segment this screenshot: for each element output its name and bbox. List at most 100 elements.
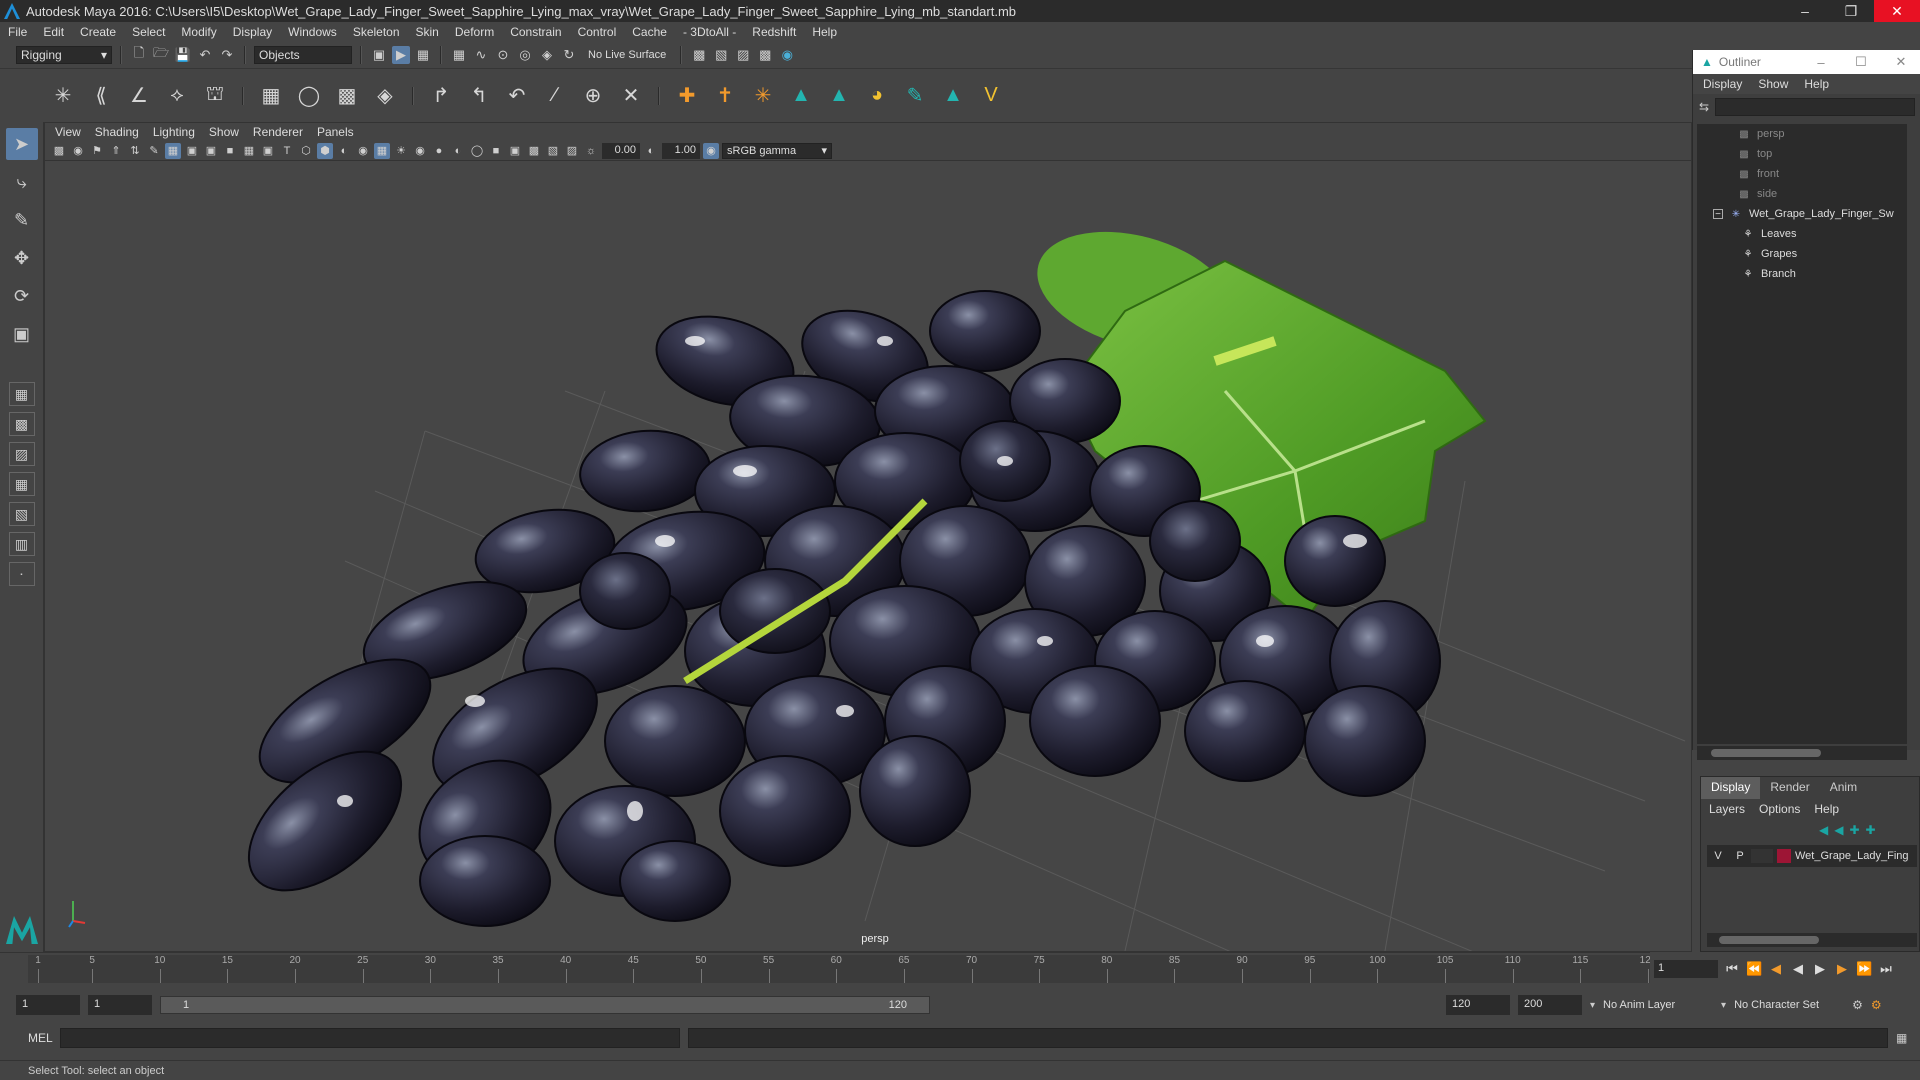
paint-weights-icon[interactable]: ↰ <box>464 81 494 111</box>
tab-render[interactable]: Render <box>1760 777 1819 799</box>
outliner-close-button[interactable]: ✕ <box>1881 50 1920 74</box>
undo-icon[interactable]: ↶ <box>196 46 214 64</box>
use-all-lights-icon[interactable]: ▦ <box>374 142 390 159</box>
gamma-icon[interactable]: ◐ <box>643 143 659 159</box>
tab-display[interactable]: Display <box>1701 777 1761 799</box>
go-to-end-icon[interactable]: ⏭ <box>1878 961 1894 977</box>
gamma-field[interactable]: 1.00 <box>662 142 700 159</box>
menu-skin[interactable]: Skin <box>416 25 439 39</box>
film-gate-icon[interactable]: ▣ <box>184 143 200 159</box>
script-editor-icon[interactable]: ▦ <box>1896 1031 1907 1045</box>
cluster-icon[interactable]: ▦ <box>256 81 286 111</box>
render-settings-icon[interactable]: ▩ <box>756 46 774 64</box>
v-tool-icon[interactable]: V <box>976 81 1006 111</box>
aim-constraint-icon[interactable]: ✳ <box>748 81 778 111</box>
paint-select-icon[interactable]: ✎ <box>6 204 38 236</box>
character-set-dropdown[interactable]: No Character Set <box>1734 999 1844 1011</box>
move-layer-down-icon[interactable]: ◀ <box>1834 823 1843 837</box>
smooth-shade-icon[interactable]: ⬢ <box>317 142 333 159</box>
grease-pencil-icon[interactable]: ✎ <box>146 143 162 159</box>
depth-of-field-icon[interactable]: ◯ <box>469 143 485 159</box>
layer-horizontal-scrollbar[interactable] <box>1707 933 1917 947</box>
joint-tool-icon[interactable]: ✳ <box>48 81 78 111</box>
scale-tool-icon[interactable]: ▣ <box>6 318 38 350</box>
ipr-render-icon[interactable]: ▨ <box>734 46 752 64</box>
outliner-horizontal-scrollbar[interactable] <box>1697 746 1907 760</box>
outliner-item-top[interactable]: ▩ top <box>1697 144 1907 164</box>
color-management-icon[interactable]: ◉ <box>703 142 719 159</box>
snap-curve-icon[interactable]: ∿ <box>472 46 490 64</box>
layer-visibility-toggle[interactable]: V <box>1707 850 1729 862</box>
backface-icon[interactable]: ▨ <box>564 143 580 159</box>
redo-icon[interactable]: ↷ <box>218 46 236 64</box>
camera-lock-icon[interactable]: ◉ <box>70 143 86 159</box>
motion-blur-icon[interactable]: ● <box>431 143 447 159</box>
image-plane-icon[interactable]: ⇑ <box>108 143 124 159</box>
menu-3dtoall[interactable]: - 3DtoAll - <box>683 25 736 39</box>
rotate-tool-icon[interactable]: ⟳ <box>6 280 38 312</box>
select-component-icon[interactable]: ▦ <box>414 46 432 64</box>
save-scene-icon[interactable]: 💾 <box>174 46 192 64</box>
auto-key-icon[interactable]: ⚙ <box>1852 998 1863 1012</box>
menu-redshift[interactable]: Redshift <box>752 25 796 39</box>
single-perspective-layout-icon[interactable]: ▦ <box>8 382 35 406</box>
custom-layout-icon[interactable]: ⋅ <box>8 562 35 586</box>
outliner-item-grapes[interactable]: ⚘ Grapes <box>1697 244 1907 264</box>
two-d-pan-icon[interactable]: ⇅ <box>127 143 143 159</box>
quick-rig-icon[interactable]: ✎ <box>900 81 930 111</box>
chevron-down-icon[interactable]: ▾ <box>1590 1000 1595 1011</box>
lasso-tool-icon[interactable]: ⤷ <box>6 166 38 198</box>
layer-menu-layers[interactable]: Layers <box>1709 802 1745 816</box>
bind-skin-icon[interactable]: ↱ <box>426 81 456 111</box>
step-back-key-icon[interactable]: ⏪ <box>1746 961 1762 977</box>
outliner-item-front[interactable]: ▩ front <box>1697 164 1907 184</box>
outliner-maximize-button[interactable]: ☐ <box>1841 50 1881 74</box>
snap-grid-icon[interactable]: ▦ <box>450 46 468 64</box>
select-mode-dropdown[interactable]: Objects <box>254 46 352 64</box>
xray-joints-icon[interactable]: ▩ <box>526 143 542 159</box>
outliner-item-side[interactable]: ▩ side <box>1697 184 1907 204</box>
snap-live-icon[interactable]: ↻ <box>560 46 578 64</box>
outliner-item-branch[interactable]: ⚘ Branch <box>1697 264 1907 284</box>
hypershade-layout-icon[interactable]: ▧ <box>8 502 35 526</box>
set-driven-key-icon[interactable]: ◕ <box>862 81 892 111</box>
layer-menu-options[interactable]: Options <box>1759 802 1800 816</box>
outliner-search-input[interactable] <box>1715 98 1915 116</box>
snap-point-icon[interactable]: ⊙ <box>494 46 512 64</box>
anim-layer-dropdown[interactable]: No Anim Layer <box>1603 999 1713 1011</box>
menu-constrain[interactable]: Constrain <box>510 25 561 39</box>
persp-graph-layout-icon[interactable]: ▦ <box>8 472 35 496</box>
move-tool-icon[interactable]: ✥ <box>6 242 38 274</box>
scene-3d-view[interactable] <box>45 161 1691 951</box>
xray-active-icon[interactable]: ▧ <box>545 143 561 159</box>
bookmark-icon[interactable]: ⚑ <box>89 143 105 159</box>
render-frame-icon[interactable]: ▧ <box>712 46 730 64</box>
outliner-menu-help[interactable]: Help <box>1804 77 1829 91</box>
script-language-toggle[interactable]: MEL <box>28 1031 53 1045</box>
step-back-frame-icon[interactable]: ◀ <box>1768 961 1784 977</box>
new-scene-icon[interactable]: 🗋 <box>130 45 148 64</box>
menu-deform[interactable]: Deform <box>455 25 494 39</box>
play-forward-icon[interactable]: ▶ <box>1812 961 1828 977</box>
textured-icon[interactable]: ◉ <box>355 143 371 159</box>
menu-windows[interactable]: Windows <box>288 25 337 39</box>
new-empty-layer-icon[interactable]: ✚ <box>1849 823 1859 837</box>
play-backward-icon[interactable]: ◀ <box>1790 961 1806 977</box>
time-slider[interactable]: 1 5 10 15 20 25 30 35 40 45 50 55 60 65 70 75 80 85 90 95 10… <box>0 952 1692 986</box>
step-forward-frame-icon[interactable]: ▶ <box>1834 961 1850 977</box>
view-transform-dropdown[interactable]: sRGB gamma ▾ <box>722 142 832 159</box>
outliner-item-persp[interactable]: ▩ persp <box>1697 124 1907 144</box>
select-object-icon[interactable]: ▶ <box>392 46 410 64</box>
weight-hammer-icon[interactable]: ✕ <box>616 81 646 111</box>
blend-shape-icon[interactable]: ◈ <box>370 81 400 111</box>
layer-playback-toggle[interactable]: P <box>1729 850 1751 862</box>
detach-skin-icon[interactable]: ↶ <box>502 81 532 111</box>
exposure-field[interactable]: 0.00 <box>602 142 640 159</box>
collapse-icon[interactable]: − <box>1713 209 1723 220</box>
persp-outliner-layout-icon[interactable]: ▨ <box>8 442 35 466</box>
playback-end-field[interactable]: 120 <box>1446 995 1510 1015</box>
go-to-start-icon[interactable]: ⏮ <box>1724 961 1740 977</box>
menu-skeleton[interactable]: Skeleton <box>353 25 400 39</box>
gate-mask-icon[interactable]: ■ <box>222 143 238 159</box>
chevron-down-icon[interactable]: ▾ <box>1721 1000 1726 1011</box>
